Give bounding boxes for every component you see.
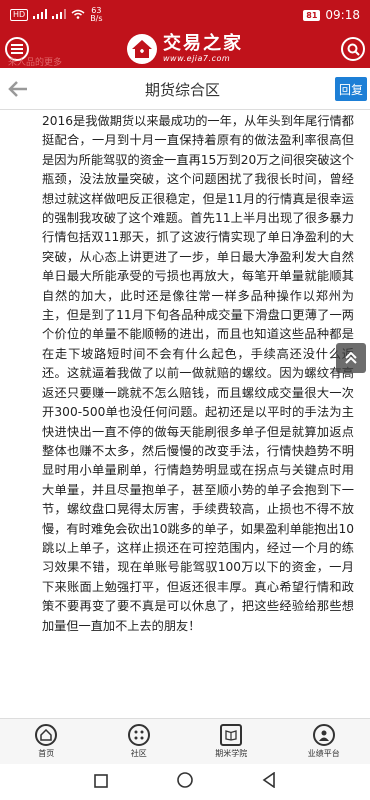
book-icon [220, 724, 243, 746]
search-icon [347, 43, 360, 56]
brand-name: 交易之家 [163, 33, 243, 54]
tab-community-label: 社区 [130, 749, 147, 758]
reply-button[interactable]: 回复 [335, 77, 367, 101]
faint-overlay-text: 来人品的更多 [8, 58, 63, 68]
brand-logo[interactable]: 交易之家 www.ejia7.com [127, 34, 243, 64]
tab-academy-label: 期米学院 [215, 749, 248, 758]
menu-icon [11, 44, 23, 54]
clock: 09:18 [325, 8, 360, 22]
signal-icon [33, 8, 48, 22]
bottom-tab-bar: 首页 社区 期米学院 业绩平台 [0, 718, 370, 764]
collapse-button[interactable] [336, 343, 366, 373]
square-icon [94, 773, 109, 788]
community-icon [127, 724, 150, 746]
circle-icon [177, 772, 193, 788]
tab-home-label: 首页 [38, 749, 55, 758]
triangle-back-icon [262, 771, 275, 789]
post-body: 2016是我做期货以来最成功的一年，从年头到年尾行情都挺配合，一月到十月一直保持… [42, 114, 354, 633]
recent-apps-button[interactable] [94, 773, 109, 792]
wifi-icon [71, 9, 85, 22]
tab-performance-label: 业绩平台 [307, 749, 340, 758]
page-header: 期货综合区 回复 [0, 68, 370, 110]
tab-community[interactable]: 社区 [93, 719, 186, 764]
hd-badge: HD [10, 9, 29, 21]
home-icon [35, 724, 58, 746]
system-nav-bar [0, 764, 370, 800]
tab-home[interactable]: 首页 [0, 719, 93, 764]
page-title: 期货综合区 [145, 81, 221, 99]
battery-icon: 81 [303, 9, 321, 21]
arrow-left-icon [8, 81, 27, 97]
back-nav-button[interactable] [262, 771, 276, 792]
status-bar: HD 63 B/s 81 09:18 [0, 0, 370, 30]
chevron-double-up-icon [345, 351, 357, 364]
house-logo-icon [127, 34, 157, 64]
search-button[interactable] [341, 37, 365, 61]
net-speed: 63 B/s [90, 6, 103, 23]
user-icon [312, 724, 335, 746]
signal-2-icon [52, 8, 67, 22]
back-button[interactable] [8, 80, 28, 98]
tab-academy[interactable]: 期米学院 [185, 719, 278, 764]
brand-url: www.ejia7.com [163, 54, 231, 63]
home-nav-button[interactable] [177, 772, 193, 792]
tab-performance[interactable]: 业绩平台 [278, 719, 370, 764]
